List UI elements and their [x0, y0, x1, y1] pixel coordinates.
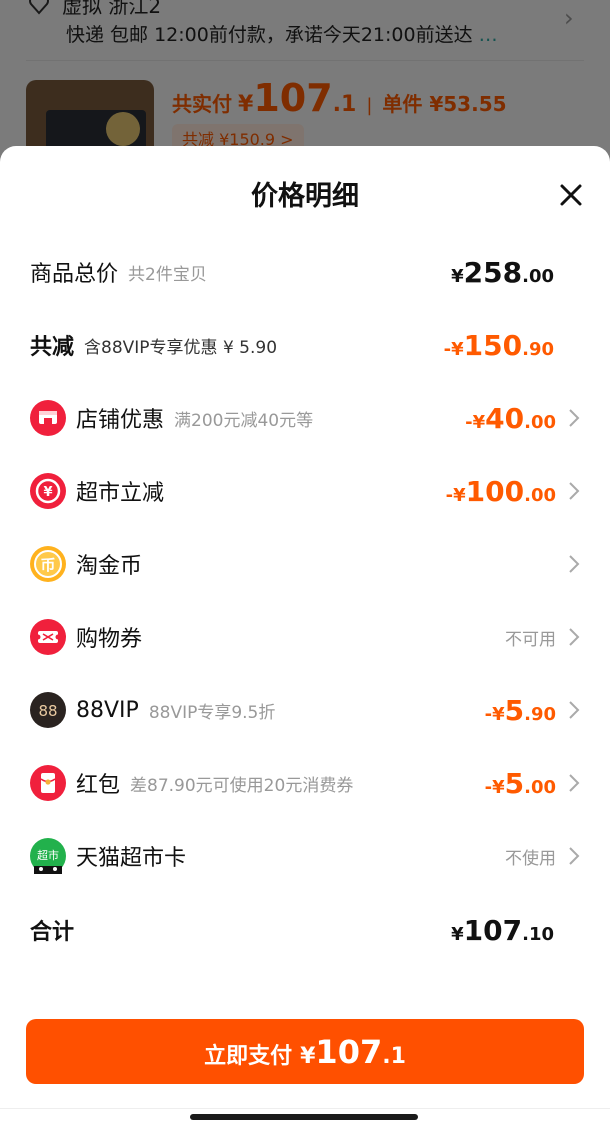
- sum-value: ¥107.10: [451, 913, 554, 947]
- supermarket-discount-value: -¥ 100.00: [445, 474, 556, 508]
- chevron-right-icon[interactable]: [568, 846, 580, 866]
- svg-text:88: 88: [38, 702, 57, 720]
- shop-discount-value: -¥ 40.00: [465, 401, 556, 435]
- chevron-right-icon[interactable]: [568, 700, 580, 720]
- chevron-right-icon[interactable]: [568, 554, 580, 574]
- total-price-value: ¥258.00: [451, 255, 554, 289]
- voucher-status: 不可用: [505, 629, 556, 650]
- row-88vip[interactable]: 88 88VIP 88VIP专享9.5折 -¥ 5.90: [30, 690, 580, 730]
- chevron-right-icon[interactable]: [568, 408, 580, 428]
- chevron-right-icon[interactable]: [568, 627, 580, 647]
- taojinbi-coin-icon: 币: [30, 546, 66, 582]
- row-red-packet[interactable]: 红包 差87.90元可使用20元消费券 -¥ 5.00: [30, 763, 580, 803]
- close-icon[interactable]: [556, 180, 586, 210]
- shopping-voucher-icon: [30, 619, 66, 655]
- sum-row: 合计 ¥107.10: [30, 913, 554, 947]
- sheet-title: 价格明细: [251, 181, 359, 212]
- row-shop-discount[interactable]: 店铺优惠 满200元减40元等 -¥ 40.00: [30, 398, 580, 438]
- supermarket-card-status: 不使用: [505, 848, 556, 869]
- vip88-icon: 88: [30, 692, 66, 728]
- row-taojinbi[interactable]: 币 淘金币: [30, 544, 580, 584]
- supermarket-discount-icon: ¥: [30, 473, 66, 509]
- chevron-right-icon[interactable]: [568, 773, 580, 793]
- total-price-row: 商品总价 共2件宝贝 ¥258.00: [30, 255, 554, 289]
- chevron-right-icon[interactable]: [568, 481, 580, 501]
- svg-text:币: 币: [40, 556, 55, 574]
- divider: [0, 1108, 610, 1109]
- tmall-supermarket-card-icon: 超市: [30, 838, 66, 874]
- red-packet-value: -¥ 5.00: [484, 766, 556, 800]
- row-supermarket-discount[interactable]: ¥ 超市立减 -¥ 100.00: [30, 471, 580, 511]
- svg-text:¥: ¥: [43, 485, 52, 500]
- svg-text:超市: 超市: [37, 848, 59, 862]
- shop-coupon-icon: [30, 400, 66, 436]
- row-tmall-supermarket-card[interactable]: 超市 天猫超市卡 不使用: [30, 836, 580, 876]
- total-discount-row: 共减 含88VIP专享优惠 ¥ 5.90 -¥ 150.90: [30, 328, 554, 362]
- total-discount-value: -¥ 150.90: [443, 328, 554, 362]
- home-indicator[interactable]: [190, 1114, 418, 1120]
- red-packet-icon: [30, 765, 66, 801]
- price-detail-sheet: 价格明细 商品总价 共2件宝贝 ¥258.00 共减 含88VIP专享优惠 ¥ …: [0, 146, 610, 1131]
- vip-discount-value: -¥ 5.90: [484, 693, 556, 727]
- pay-now-button[interactable]: 立即支付 ¥ 107 .1: [26, 1019, 584, 1084]
- row-shopping-voucher[interactable]: 购物券 不可用: [30, 617, 580, 657]
